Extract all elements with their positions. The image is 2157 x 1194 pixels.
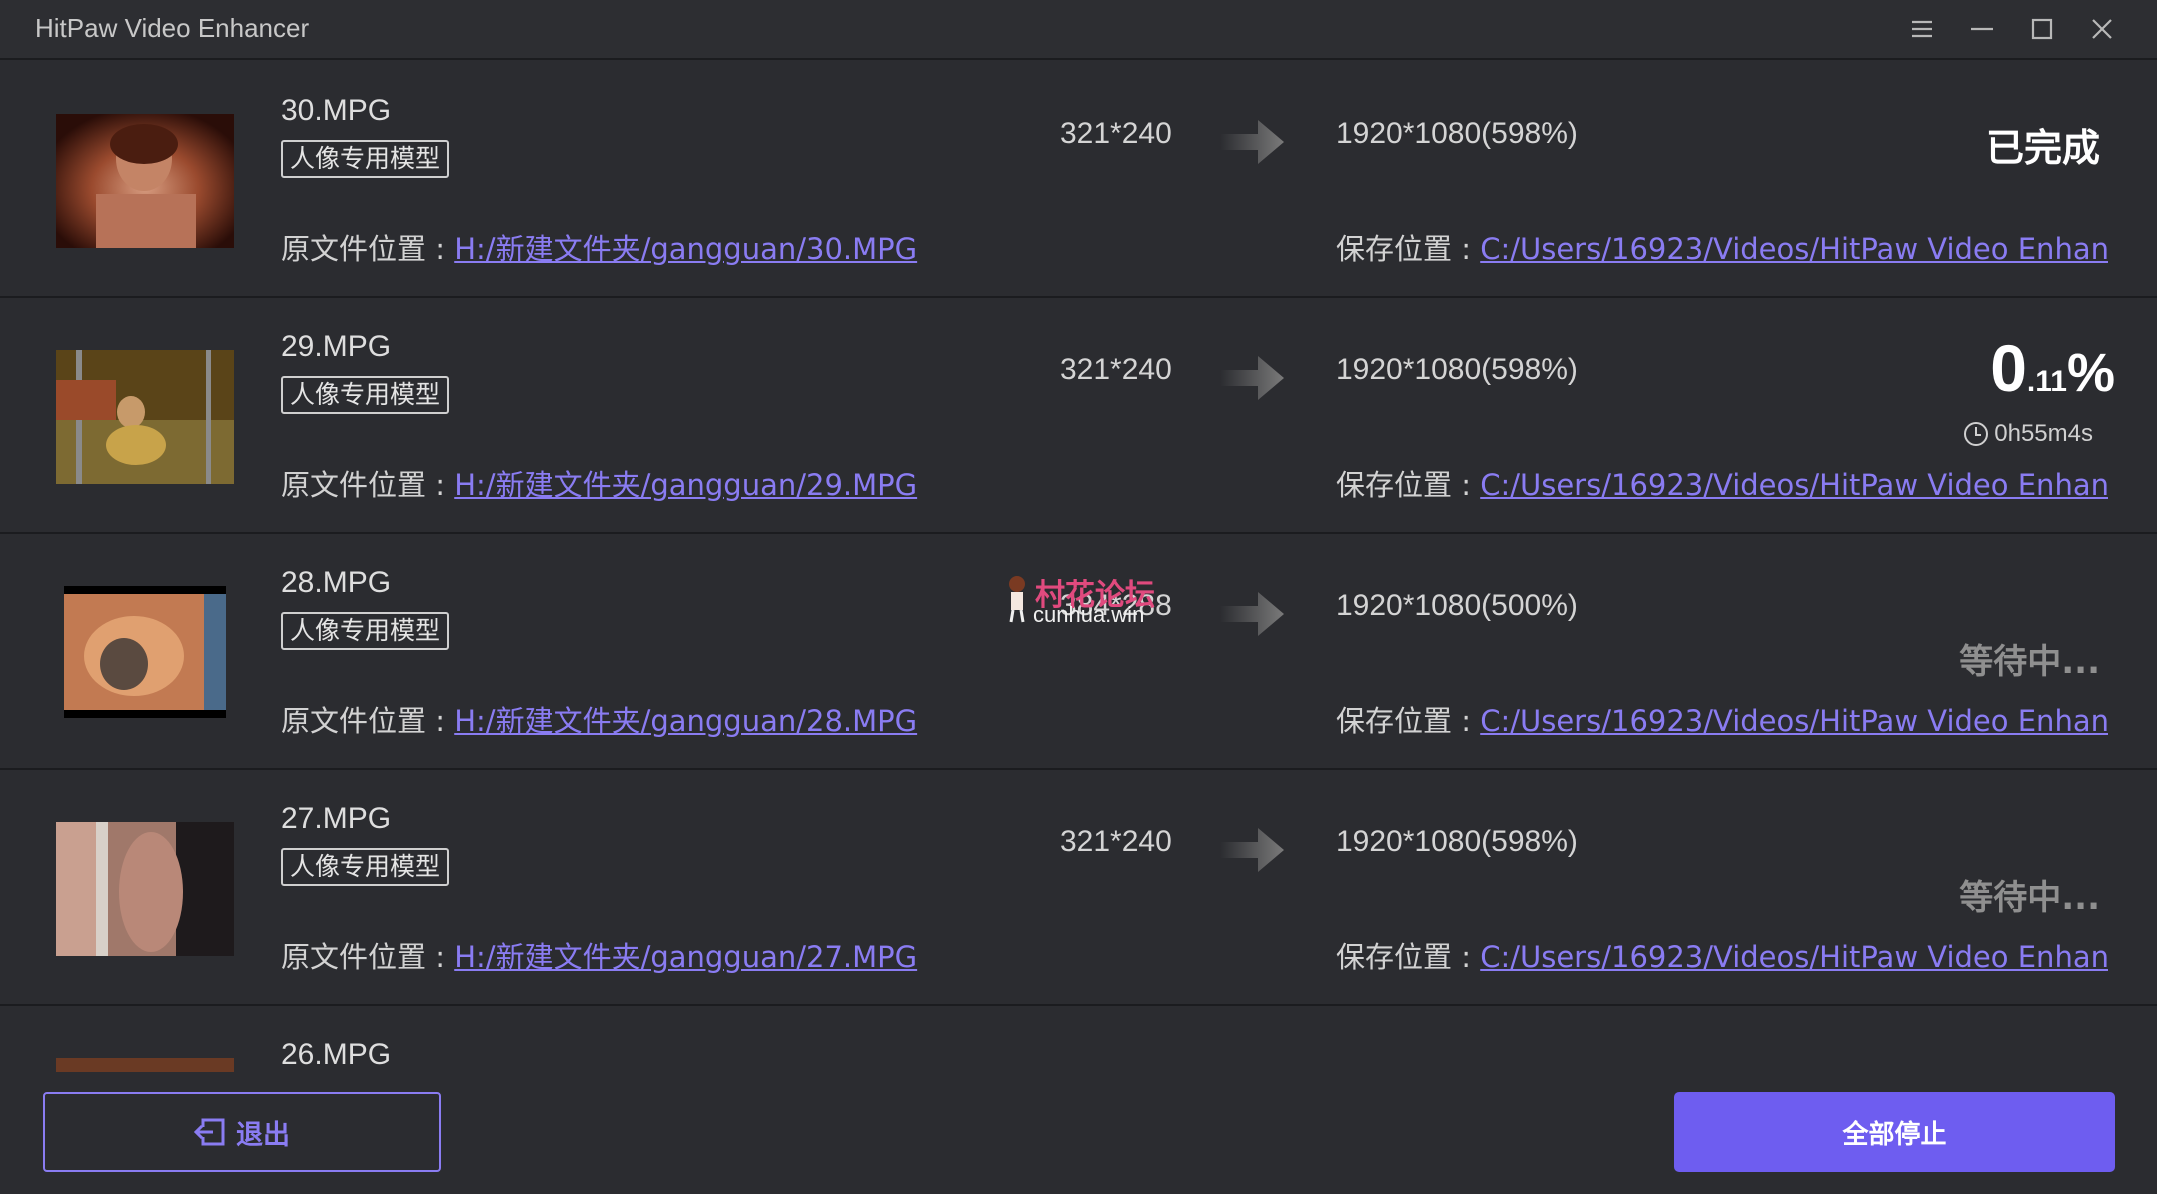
app-title: HitPaw Video Enhancer [35, 13, 310, 43]
status-waiting: 等待中... [1959, 642, 2100, 682]
output-resolution: 1920*1080(500%) [1336, 589, 1578, 622]
file-name: 27.MPG [281, 802, 392, 835]
file-name: 26.MPG [281, 1038, 392, 1071]
model-tag: 人像专用模型 [281, 140, 450, 178]
input-resolution: 321*240 [1060, 117, 1172, 150]
progress-decimal: .11 [2026, 365, 2067, 398]
watermark-subtext: cunhua.win [1033, 602, 1145, 627]
input-resolution: 321*240 [1060, 353, 1172, 386]
task-row: 29.MPG 人像专用模型 原文件位置 : H:/新建文件夹/gangguan/… [0, 298, 2157, 534]
output-resolution: 1920*1080(598%) [1336, 353, 1578, 386]
source-path-line: 原文件位置 : H:/新建文件夹/gangguan/28.MPG [281, 698, 917, 740]
video-thumbnail [64, 586, 226, 718]
progress-integer: 0 [1990, 331, 2027, 405]
task-row: 30.MPG 人像专用模型 原文件位置 : H:/新建文件夹/gangguan/… [0, 62, 2157, 298]
save-label: 保存位置 : [1336, 940, 1481, 974]
task-row: 26.MPG [0, 1006, 2157, 1072]
footer-bar: 退出 全部停止 [0, 1072, 2157, 1194]
task-row: 27.MPG 人像专用模型 原文件位置 : H:/新建文件夹/gangguan/… [0, 770, 2157, 1006]
status-waiting: 等待中... [1959, 878, 2100, 918]
output-resolution: 1920*1080(598%) [1336, 825, 1578, 858]
model-tag: 人像专用模型 [281, 376, 450, 414]
input-resolution: 321*240 [1060, 825, 1172, 858]
exit-button-label: 退出 [236, 1119, 290, 1151]
progress-unit: % [2066, 343, 2115, 403]
save-path-link[interactable]: C:/Users/16923/Videos/HitPaw Video Enhan… [1480, 232, 2108, 266]
file-name: 30.MPG [281, 94, 392, 127]
video-thumbnail [56, 822, 234, 956]
video-thumbnail [56, 114, 234, 248]
save-path-line: 保存位置 : C:/Users/16923/Videos/HitPaw Vide… [1336, 934, 2108, 976]
progress-percent: 0.11% [1990, 330, 2115, 406]
hamburger-menu-icon[interactable] [1900, 8, 1944, 50]
model-tag: 人像专用模型 [281, 612, 450, 650]
source-path-link[interactable]: H:/新建文件夹/gangguan/30.MPG [454, 232, 917, 266]
save-label: 保存位置 : [1336, 704, 1481, 738]
exit-icon [194, 1118, 225, 1146]
source-path-line: 原文件位置 : H:/新建文件夹/gangguan/27.MPG [281, 934, 917, 976]
maximize-icon[interactable] [2020, 8, 2064, 50]
minimize-icon[interactable] [1960, 8, 2004, 50]
save-path-line: 保存位置 : C:/Users/16923/Videos/HitPaw Vide… [1336, 698, 2108, 740]
model-tag: 人像专用模型 [281, 848, 450, 886]
save-path-link[interactable]: C:/Users/16923/Videos/HitPaw Video Enhan… [1480, 940, 2108, 974]
save-path-line: 保存位置 : C:/Users/16923/Videos/HitPaw Vide… [1336, 226, 2108, 268]
title-bar: HitPaw Video Enhancer [0, 0, 2157, 60]
video-thumbnail [56, 350, 234, 484]
source-path-link[interactable]: H:/新建文件夹/gangguan/28.MPG [454, 704, 917, 738]
save-label: 保存位置 : [1336, 232, 1481, 266]
clock-icon [1964, 422, 1989, 446]
arrow-right-icon [1220, 120, 1284, 164]
app-window: HitPaw Video Enhancer 30.MPG 人像专用模型 原文件位… [0, 0, 2157, 1194]
source-label: 原文件位置 : [281, 940, 455, 974]
source-label: 原文件位置 : [281, 468, 455, 502]
source-label: 原文件位置 : [281, 704, 455, 738]
arrow-right-icon [1220, 592, 1284, 636]
close-icon[interactable] [2080, 8, 2124, 50]
stop-all-button[interactable]: 全部停止 [1674, 1092, 2115, 1172]
source-path-link[interactable]: H:/新建文件夹/gangguan/27.MPG [454, 940, 917, 974]
source-path-line: 原文件位置 : H:/新建文件夹/gangguan/29.MPG [281, 462, 917, 504]
eta-text: 0h55m4s [1994, 420, 2093, 447]
file-name: 29.MPG [281, 330, 392, 363]
eta-display: 0h55m4s [1962, 420, 2093, 448]
save-path-link[interactable]: C:/Users/16923/Videos/HitPaw Video Enhan… [1480, 468, 2108, 502]
source-path-line: 原文件位置 : H:/新建文件夹/gangguan/30.MPG [281, 226, 917, 268]
video-thumbnail [56, 1058, 234, 1072]
save-path-link[interactable]: C:/Users/16923/Videos/HitPaw Video Enhan… [1480, 704, 2108, 738]
exit-button[interactable]: 退出 [43, 1092, 441, 1172]
task-list[interactable]: 30.MPG 人像专用模型 原文件位置 : H:/新建文件夹/gangguan/… [0, 62, 2157, 1072]
source-path-link[interactable]: H:/新建文件夹/gangguan/29.MPG [454, 468, 917, 502]
status-completed: 已完成 [1985, 126, 2100, 170]
mascot-icon [1009, 576, 1025, 623]
stop-all-button-label: 全部停止 [1842, 1119, 1947, 1150]
save-path-line: 保存位置 : C:/Users/16923/Videos/HitPaw Vide… [1336, 462, 2108, 504]
arrow-right-icon [1220, 356, 1284, 400]
watermark-logo: 村花论坛 cunhua.win [1003, 570, 1173, 630]
file-name: 28.MPG [281, 566, 392, 599]
source-label: 原文件位置 : [281, 232, 455, 266]
save-label: 保存位置 : [1336, 468, 1481, 502]
arrow-right-icon [1220, 828, 1284, 872]
output-resolution: 1920*1080(598%) [1336, 117, 1578, 150]
